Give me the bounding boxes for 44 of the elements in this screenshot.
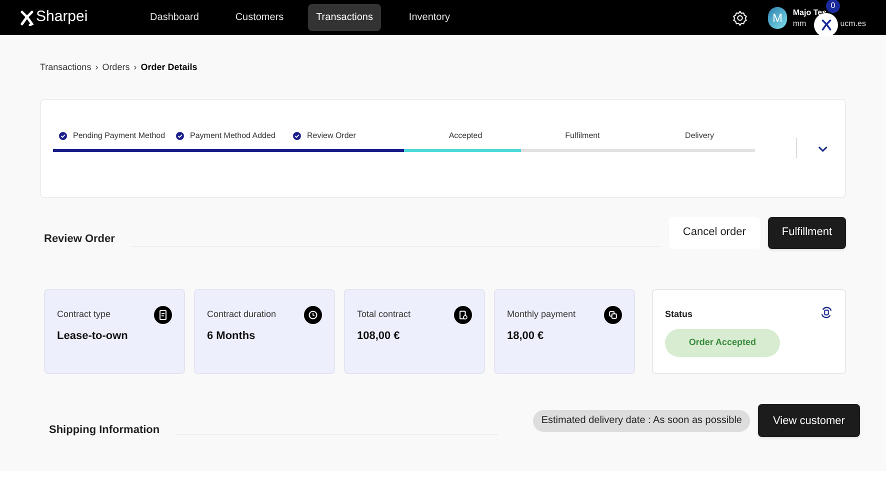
step-label: Fulfilment (565, 130, 600, 142)
step-label: Review Order (307, 130, 356, 142)
user-email: mm (792, 18, 806, 28)
nav-tab[interactable]: Customers (223, 4, 296, 31)
breadcrumb-separator: › (134, 61, 137, 74)
breadcrumb-link[interactable]: Transactions (40, 61, 92, 74)
clock-icon (304, 306, 322, 324)
step-label: Pending Payment Method (73, 130, 166, 142)
step-label: Accepted (448, 130, 482, 142)
section-title: Shipping Information (49, 422, 160, 438)
card-value: Lease-to-own (57, 328, 129, 344)
logo-icon (20, 10, 34, 26)
breadcrumb-link[interactable]: Orders (102, 61, 130, 74)
breadcrumb-separator: › (95, 61, 98, 74)
stacked-pages-icon (604, 306, 622, 324)
section-title: Review Order (44, 232, 115, 248)
user-email: ucm.es (840, 18, 866, 28)
nav-tab[interactable]: Inventory (393, 4, 466, 31)
card-value: 18,00 € (506, 328, 545, 344)
card-label: Monthly payment (506, 308, 576, 321)
delivery-estimate-tag: Estimated delivery date : As soon as possible (533, 410, 750, 432)
card-value: 6 Months (206, 328, 256, 344)
secondary-button[interactable]: Cancel order (668, 216, 760, 248)
document-icon (154, 306, 172, 324)
nav-tab[interactable]: Transactions (308, 4, 381, 31)
card-label: Contract type (57, 308, 111, 321)
status-title: Status (664, 308, 692, 320)
logo-icon (820, 18, 832, 30)
breadcrumb-current: Order Details (140, 61, 198, 74)
chevron-down-icon[interactable] (817, 144, 829, 152)
status-badge: Order Accepted (664, 329, 780, 357)
step-label: Payment Method Added (190, 130, 276, 142)
clipboard-icon (454, 306, 472, 324)
notification-badge: 0 (826, 0, 840, 12)
view-customer-button[interactable]: View customer (758, 404, 860, 438)
step-label: Delivery (685, 130, 714, 142)
logo-text: Sharpei (36, 7, 88, 28)
primary-button[interactable]: Fulfillment (768, 216, 846, 248)
card-label: Total contract (356, 308, 410, 320)
card-label: Contract duration (206, 308, 276, 320)
settings-icon[interactable] (732, 10, 748, 26)
refresh-icon[interactable] (820, 306, 833, 318)
nav-tab[interactable]: Dashboard (138, 4, 211, 31)
card-value: 108,00 € (356, 328, 401, 344)
